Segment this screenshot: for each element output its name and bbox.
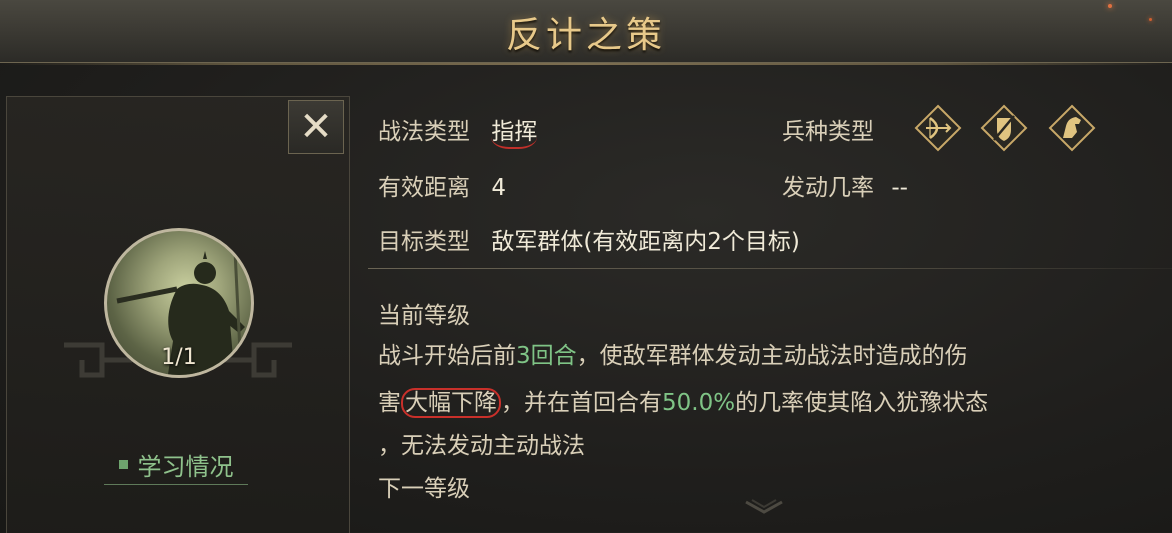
ember-decoration [1149, 18, 1152, 21]
trigger-rate-label: 发动几率 [782, 175, 874, 201]
learn-status-button[interactable]: 学习情况 [104, 444, 248, 485]
current-level-label: 当前等级 [378, 303, 470, 329]
tactic-type-label: 战法类型 [378, 119, 470, 145]
cavalry-icon[interactable] [1048, 104, 1096, 152]
description-text: ，并在首回合有 [501, 390, 662, 416]
scroll-down-chevron-icon[interactable] [742, 498, 786, 518]
bullet-square-icon [118, 459, 128, 469]
range-value: 4 [491, 175, 506, 201]
ember-decoration [1108, 4, 1112, 8]
range-row: 有效距离 4 [378, 168, 506, 202]
target-type-label: 目标类型 [378, 229, 470, 255]
trigger-rate-value: -- [891, 175, 908, 201]
close-button[interactable]: ✕ [288, 100, 344, 154]
learn-status-label: 学习情况 [137, 452, 234, 481]
troop-type-label: 兵种类型 [782, 119, 874, 145]
close-icon: ✕ [299, 104, 333, 150]
skill-level: 1/1 [161, 345, 197, 370]
page-title: 反计之策 [505, 15, 666, 56]
annotated-damage-reduction: 大幅下降 [401, 388, 501, 418]
description-text: 害 [378, 390, 401, 416]
description-text: 战斗开始后前 [378, 343, 516, 369]
description-line-3: ，无法发动主动战法 [378, 433, 585, 459]
divider [368, 268, 1172, 269]
range-label: 有效距离 [378, 175, 470, 201]
target-type-value: 敌军群体(有效距离内2个目标) [491, 229, 800, 255]
shield-infantry-icon[interactable] [980, 104, 1028, 152]
tactic-type-row: 战法类型 指挥 [378, 112, 538, 149]
description-line-1: 战斗开始后前3回合，使敌军群体发动主动战法时造成的伤 [378, 339, 968, 373]
archer-icon[interactable] [914, 104, 962, 152]
target-type-row: 目标类型 敌军群体(有效距离内2个目标) [378, 222, 800, 256]
description-text: 的几率使其陷入犹豫状态 [735, 390, 989, 416]
highlight-chance: 50.0% [662, 390, 736, 416]
tactic-type-value: 指挥 [491, 119, 538, 149]
title-bar: 反计之策 [0, 0, 1172, 65]
next-level-label: 下一等级 [378, 476, 470, 502]
highlight-rounds: 3回合 [516, 343, 577, 369]
description-text: ，使敌军群体发动主动战法时造成的伤 [576, 343, 968, 369]
trigger-rate-row: 发动几率 -- [782, 168, 908, 202]
description-line-2: 害大幅下降 ，并在首回合有50.0%的几率使其陷入犹豫状态 [378, 386, 988, 420]
